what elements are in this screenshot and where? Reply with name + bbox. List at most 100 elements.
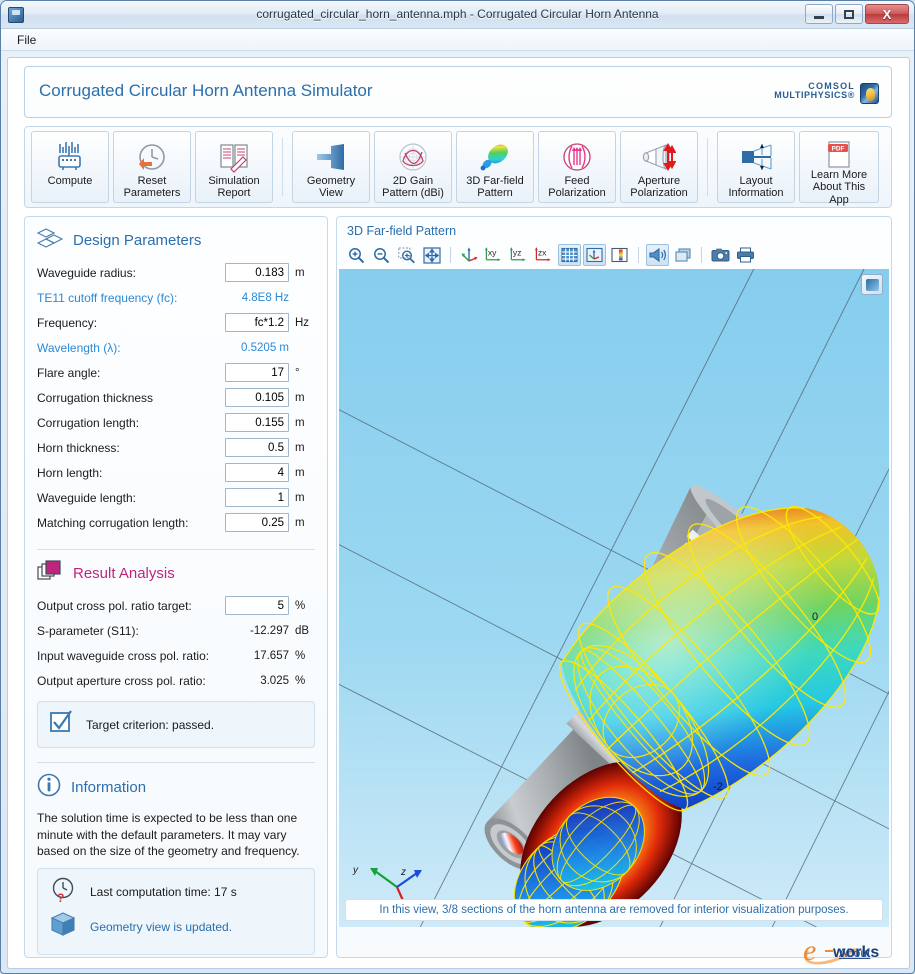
frequency-input[interactable]	[225, 313, 289, 332]
param-label: Flare angle:	[37, 365, 101, 380]
horn-length-input[interactable]	[225, 463, 289, 482]
design-parameters-title: Design Parameters	[73, 232, 202, 249]
go-to-default-view-button[interactable]	[458, 244, 481, 266]
brand-line-2: MULTIPHYSICS®	[774, 90, 855, 101]
compute-button[interactable]: Compute	[31, 131, 109, 203]
param-unit: m	[295, 491, 305, 504]
pdf-icon: PDF	[825, 139, 853, 169]
minimize-button[interactable]	[805, 4, 833, 24]
corrugation-thickness-input[interactable]	[225, 388, 289, 407]
param-unit: m	[295, 416, 305, 429]
simulation-report-button[interactable]: Simulation Report	[195, 131, 273, 203]
flare-angle-input[interactable]	[225, 363, 289, 382]
maximize-button[interactable]	[835, 4, 863, 24]
matching-corrugation-length-input[interactable]	[225, 513, 289, 532]
horn-geometry-icon	[313, 139, 349, 175]
go-to-zx-view-button[interactable]: zx	[533, 244, 556, 266]
result-label: Output aperture cross pol. ratio:	[37, 673, 206, 688]
zoom-in-button[interactable]	[345, 244, 368, 266]
menu-bar: File	[1, 29, 914, 51]
title-bar: corrugated_circular_horn_antenna.mph - C…	[1, 1, 914, 29]
farfield-3d-button[interactable]: 3D Far-field Pattern	[456, 131, 534, 203]
main-toolbar: Compute Reset Parameters Simulation Repo…	[24, 126, 892, 208]
param-unit: m	[295, 516, 305, 529]
aper-line1: Aperture	[637, 175, 681, 187]
transparency-icon	[674, 248, 691, 262]
waveguide-radius-input[interactable]	[225, 263, 289, 282]
left-panel: Design Parameters Waveguide radius: m TE…	[24, 216, 328, 958]
param-row-waveguide-radius: Waveguide radius: m	[25, 260, 327, 285]
view-orientation-cube-icon[interactable]	[861, 274, 883, 295]
gain-pattern-2d-button[interactable]: 2D Gain Pattern (dBi)	[374, 131, 452, 203]
layout-information-button[interactable]: Layout Information	[717, 131, 795, 203]
param-unit: m	[295, 466, 305, 479]
application-window: corrugated_circular_horn_antenna.mph - C…	[0, 0, 915, 974]
scene-light-button[interactable]	[646, 244, 669, 266]
feed-line2: Polarization	[548, 187, 606, 200]
param-label: Corrugation thickness	[37, 390, 154, 405]
geometry-status-text: Geometry view is updated.	[90, 919, 233, 934]
color-legend-button[interactable]	[608, 244, 631, 266]
zoom-in-icon	[349, 247, 365, 263]
horn-thickness-input[interactable]	[225, 438, 289, 457]
go-to-yz-view-button[interactable]: yz	[508, 244, 531, 266]
corrugation-length-input[interactable]	[225, 413, 289, 432]
graphics-toolbar: xy yz zx	[345, 243, 885, 267]
maximize-icon	[844, 9, 854, 19]
result-label: S-parameter (S11):	[37, 623, 139, 638]
feed-polarization-label: Feed Polarization	[546, 175, 607, 200]
window-title: corrugated_circular_horn_antenna.mph - C…	[256, 7, 659, 21]
graphics-canvas[interactable]: 0 -2 -4 y z x In this view, 3/8 sections…	[339, 269, 889, 927]
close-button[interactable]: X	[865, 4, 909, 24]
report-icon	[217, 139, 251, 175]
param-row-horn-thickness: Horn thickness: m	[25, 435, 327, 460]
axis-orientation-button[interactable]	[583, 244, 606, 266]
toolbar-separator-2	[707, 138, 708, 196]
result-label: Input waveguide cross pol. ratio:	[37, 648, 210, 663]
last-computation-row: ? Last computation time: 17 s	[48, 875, 304, 910]
reset-clock-icon	[135, 139, 169, 175]
last-computation-time-text: Last computation time: 17 s	[90, 885, 237, 900]
go-to-xy-view-button[interactable]: xy	[483, 244, 506, 266]
comsol-mark-icon	[860, 83, 879, 104]
param-label: Waveguide radius:	[37, 265, 136, 280]
information-status-box: ? Last computation time: 17 s Geometry v…	[37, 867, 315, 955]
app-body: Corrugated Circular Horn Antenna Simulat…	[7, 57, 910, 969]
waveguide-length-input[interactable]	[225, 488, 289, 507]
zoom-out-icon	[374, 247, 390, 263]
gain2d-line1: 2D Gain	[392, 175, 434, 187]
reset-parameters-label: Reset Parameters	[122, 175, 183, 200]
learn-more-button[interactable]: PDF Learn More About This App	[799, 131, 879, 206]
zoom-box-button[interactable]	[395, 244, 418, 266]
geometry-view-label: Geometry View	[305, 175, 357, 200]
page-title: Corrugated Circular Horn Antenna Simulat…	[39, 81, 373, 100]
menu-item-file[interactable]: File	[11, 31, 42, 49]
axis-tick-0: 0	[812, 611, 819, 623]
param-row-wavelength: Wavelength (λ): 0.5205 m	[25, 335, 327, 360]
image-snapshot-icon	[711, 248, 730, 262]
aperture-polarization-label: Aperture Polarization	[628, 175, 689, 200]
graphics-panel: 3D Far-field Pattern xy yz zx 0 -2 y z I…	[336, 216, 892, 958]
aperture-polarization-button[interactable]: Aperture Polarization	[620, 131, 698, 203]
param-label: Horn length:	[37, 465, 103, 480]
zoom-out-button[interactable]	[370, 244, 393, 266]
image-snapshot-button[interactable]	[709, 244, 732, 266]
output-cross-pol-target-input[interactable]	[225, 596, 289, 615]
result-row-input-waveguide-ratio: Input waveguide cross pol. ratio: 17.657…	[25, 643, 327, 668]
layout-information-label: Layout Information	[726, 175, 785, 200]
svg-text:PDF: PDF	[832, 146, 845, 153]
svg-text:zx: zx	[538, 247, 547, 257]
geometry-view-button[interactable]: Geometry View	[292, 131, 370, 203]
learn-more-label: Learn More About This App	[809, 169, 869, 206]
input-waveguide-cross-pol-value: 17.657	[253, 649, 289, 662]
print-button[interactable]	[734, 244, 757, 266]
result-analysis-title: Result Analysis	[73, 565, 175, 582]
feed-polarization-button[interactable]: Feed Polarization	[538, 131, 616, 203]
grid-toggle-button[interactable]	[558, 244, 581, 266]
reset-parameters-button[interactable]: Reset Parameters	[113, 131, 191, 203]
transparency-button[interactable]	[671, 244, 694, 266]
cube-icon	[48, 910, 78, 943]
stacked-windows-icon	[37, 560, 63, 587]
zoom-extents-button[interactable]	[420, 244, 443, 266]
grid-toggle-icon	[561, 247, 578, 263]
